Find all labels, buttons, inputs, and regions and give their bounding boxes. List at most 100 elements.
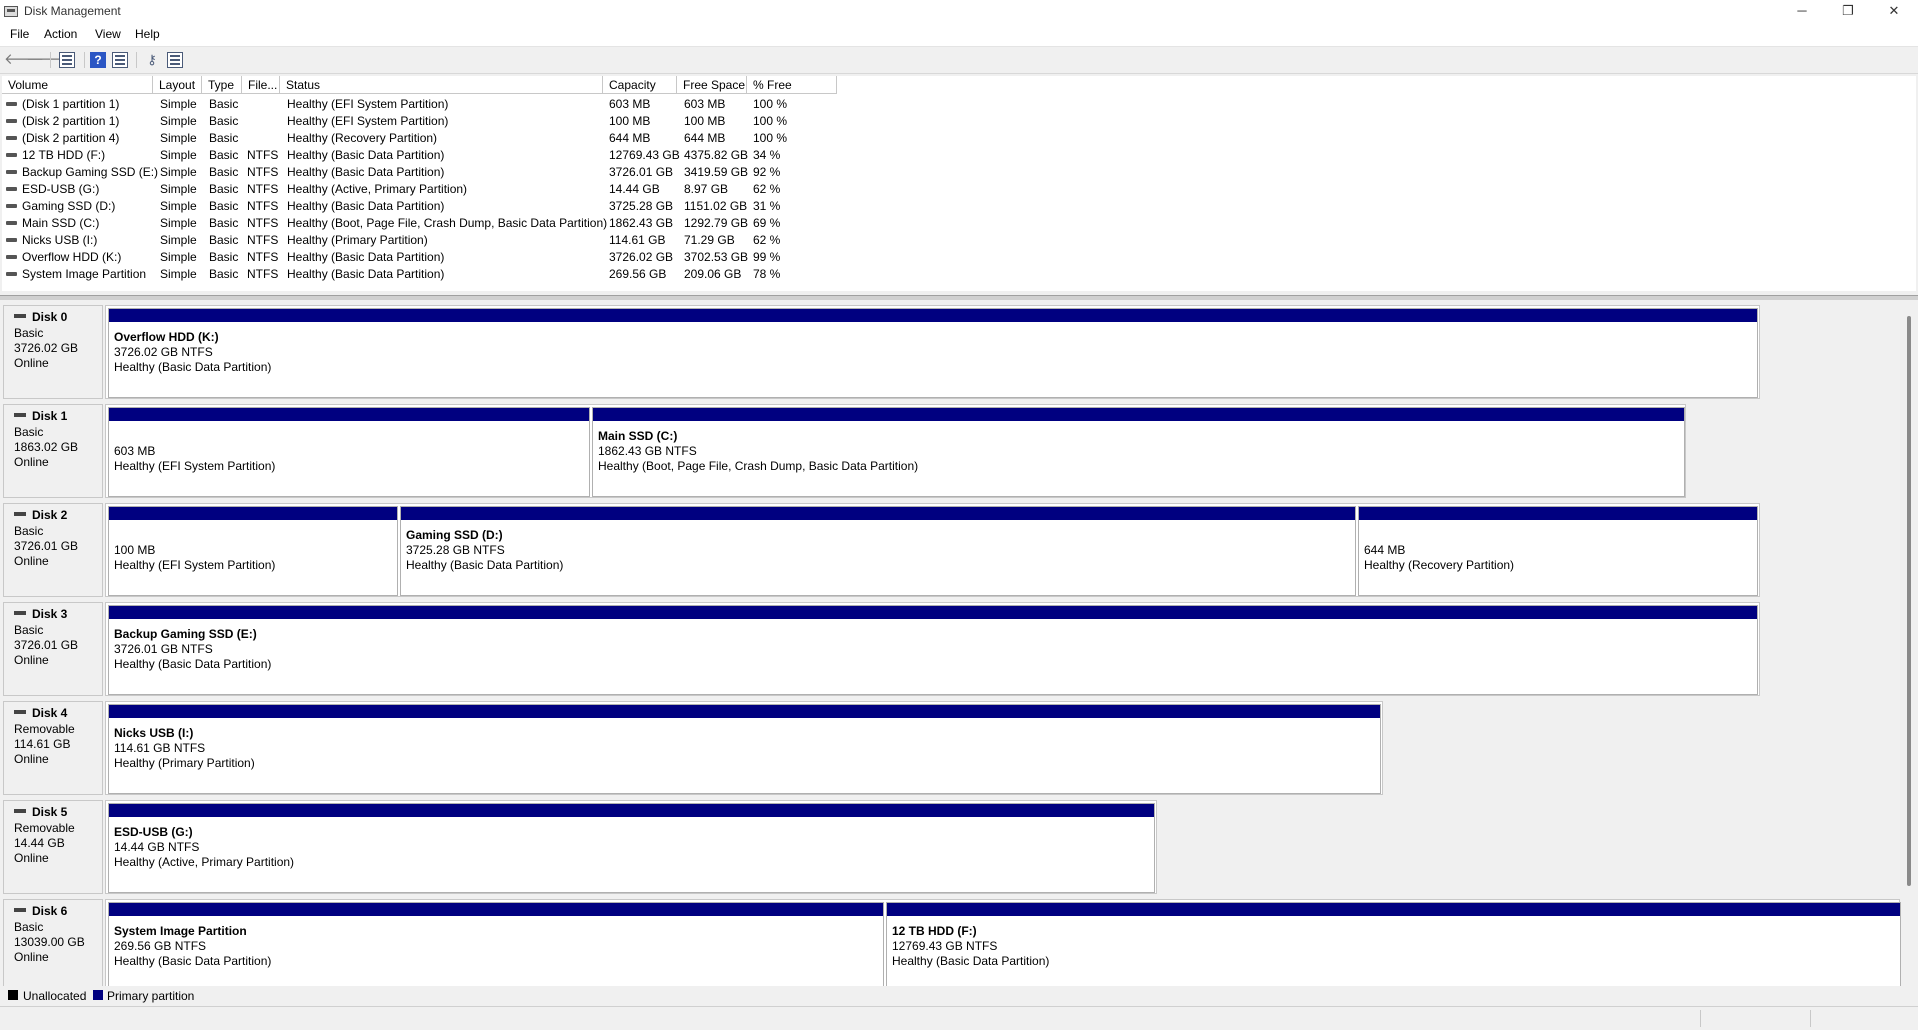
disk-row: Disk 3 Basic 3726.01 GB Online Backup Gaming…	[0, 602, 1905, 698]
table-cell: NTFS	[247, 165, 279, 179]
partition-block[interactable]: Overflow HDD (K:) 3726.02 GB NTFS Healthy …	[108, 308, 1758, 398]
table-cell: 100 MB	[684, 114, 726, 128]
table-row[interactable]: Main SSD (C:) Simple Basic NTFS Healthy (Boo…	[2, 215, 852, 232]
table-row[interactable]: Backup Gaming SSD (E:) Simple Basic NTFS Hea…	[2, 164, 852, 181]
table-cell: 34 %	[753, 148, 781, 162]
table-row[interactable]: Gaming SSD (D:) Simple Basic NTFS Healthy (B…	[2, 198, 852, 215]
partition-status: Healthy (Primary Partition)	[114, 756, 255, 770]
partition-size: 114.61 GB NTFS	[114, 741, 206, 755]
table-cell: 1862.43 GB	[609, 216, 674, 230]
disk-label[interactable]: Disk 1 Basic 1863.02 GB Online	[3, 404, 103, 498]
partition-block[interactable]: 100 MB Healthy (EFI System Partition)	[108, 506, 398, 596]
table-cell: Basic	[209, 216, 239, 230]
table-cell: Simple	[160, 148, 197, 162]
table-cell: Simple	[160, 233, 197, 247]
table-cell: 3726.01 GB	[609, 165, 674, 179]
column-header-free-space[interactable]: Free Space	[677, 76, 747, 94]
toolbar-separator	[84, 52, 85, 68]
column-header-status[interactable]: Status	[280, 76, 603, 94]
table-row[interactable]: 12 TB HDD (F:) Simple Basic NTFS Healthy (Ba…	[2, 147, 852, 164]
disk-icon	[14, 908, 26, 912]
column-header-filesystem[interactable]: File...	[242, 76, 280, 94]
partition-status: Healthy (Basic Data Partition)	[892, 954, 1050, 968]
disk-label[interactable]: Disk 4 Removable 114.61 GB Online	[3, 701, 103, 795]
partition-size: 3726.02 GB NTFS	[114, 345, 213, 359]
table-row[interactable]: (Disk 2 partition 1) Simple Basic Healthy (…	[2, 113, 852, 130]
key-icon[interactable]: ⚷	[144, 52, 160, 68]
partition-status: Healthy (Basic Data Partition)	[406, 558, 564, 572]
restore-button[interactable]: ❐	[1826, 0, 1870, 24]
disk-name: Disk 1	[32, 409, 68, 423]
partition-block[interactable]: 603 MB Healthy (EFI System Partition)	[108, 407, 590, 497]
table-cell: System Image Partition	[22, 267, 147, 281]
partition-block[interactable]: Nicks USB (I:) 114.61 GB NTFS Healthy (Pri…	[108, 704, 1381, 794]
disk-size: 3726.01 GB	[14, 638, 79, 652]
table-cell: Basic	[209, 114, 239, 128]
volume-icon	[6, 102, 17, 106]
legend-swatch-unallocated	[8, 990, 18, 1000]
forward-arrow-icon[interactable]: 🡒	[26, 52, 66, 68]
primary-partition-band	[109, 804, 1154, 817]
table-cell: Simple	[160, 97, 197, 111]
table-cell: 12 TB HDD (F:)	[22, 148, 106, 162]
disk-label[interactable]: Disk 5 Removable 14.44 GB Online	[3, 800, 103, 894]
table-row[interactable]: Overflow HDD (K:) Simple Basic NTFS Healthy …	[2, 249, 852, 266]
column-header-type[interactable]: Type	[202, 76, 242, 94]
column-header-percent-free[interactable]: % Free	[747, 76, 837, 94]
disk-size: 13039.00 GB	[14, 935, 85, 949]
partition-block[interactable]: 12 TB HDD (F:) 12769.43 GB NTFS Healthy (B…	[886, 902, 1901, 986]
help-icon[interactable]: ?	[90, 52, 106, 68]
list-view-icon[interactable]	[167, 52, 183, 68]
disk-type: Basic	[14, 425, 44, 439]
disk-label[interactable]: Disk 2 Basic 3726.01 GB Online	[3, 503, 103, 597]
table-cell: Healthy (Basic Data Partition)	[287, 199, 445, 213]
toolbar-separator	[136, 52, 137, 68]
partition-block[interactable]: System Image Partition 269.56 GB NTFS Heal…	[108, 902, 884, 986]
table-cell: 100 %	[753, 97, 788, 111]
volume-icon	[6, 272, 17, 276]
table-cell: Simple	[160, 199, 197, 213]
column-header-layout[interactable]: Layout	[153, 76, 202, 94]
partition-name: System Image Partition	[114, 924, 247, 938]
table-cell: Healthy (Recovery Partition)	[287, 131, 438, 145]
properties-icon[interactable]	[112, 52, 128, 68]
table-cell: Basic	[209, 131, 239, 145]
menu-action[interactable]: Action	[44, 27, 77, 41]
back-arrow-icon[interactable]: 🡐	[4, 52, 44, 68]
partition-block[interactable]: 644 MB Healthy (Recovery Partition)	[1358, 506, 1758, 596]
partition-block[interactable]: Backup Gaming SSD (E:) 3726.01 GB NTFS Hea…	[108, 605, 1758, 695]
table-row[interactable]: ESD-USB (G:) Simple Basic NTFS Healthy (Acti…	[2, 181, 852, 198]
menu-file[interactable]: File	[10, 27, 29, 41]
disk-label[interactable]: Disk 0 Basic 3726.02 GB Online	[3, 305, 103, 399]
disk-label[interactable]: Disk 6 Basic 13039.00 GB Online	[3, 899, 103, 986]
disk-size: 3726.02 GB	[14, 341, 79, 355]
disk-partition-area: Backup Gaming SSD (E:) 3726.01 GB NTFS Hea…	[105, 602, 1760, 696]
disk-icon	[14, 710, 26, 714]
primary-partition-band	[109, 507, 397, 520]
disk-label[interactable]: Disk 3 Basic 3726.01 GB Online	[3, 602, 103, 696]
minimize-button[interactable]: ─	[1780, 0, 1824, 24]
volume-icon	[6, 119, 17, 123]
menu-help[interactable]: Help	[135, 27, 160, 41]
column-header-capacity[interactable]: Capacity	[603, 76, 677, 94]
disk-size: 3726.01 GB	[14, 539, 79, 553]
vertical-scrollbar[interactable]	[1907, 316, 1911, 886]
show-hide-console-tree-icon[interactable]	[59, 52, 75, 68]
column-header-volume[interactable]: Volume	[2, 76, 153, 94]
table-row[interactable]: (Disk 1 partition 1) Simple Basic Healthy (…	[2, 96, 852, 113]
partition-block[interactable]: Gaming SSD (D:) 3725.28 GB NTFS Healthy (B…	[400, 506, 1356, 596]
disk-icon	[14, 512, 26, 516]
table-cell: Healthy (EFI System Partition)	[287, 114, 449, 128]
partition-block[interactable]: Main SSD (C:) 1862.43 GB NTFS Healthy (Boo…	[592, 407, 1685, 497]
table-row[interactable]: Nicks USB (I:) Simple Basic NTFS Healthy (Pr…	[2, 232, 852, 249]
menu-view[interactable]: View	[95, 27, 121, 41]
table-cell: (Disk 1 partition 1)	[22, 97, 120, 111]
close-button[interactable]: ✕	[1872, 0, 1916, 24]
partition-block[interactable]: ESD-USB (G:) 14.44 GB NTFS Healthy (Active…	[108, 803, 1155, 893]
table-row[interactable]: (Disk 2 partition 4) Simple Basic Healthy (…	[2, 130, 852, 147]
menu-bar: File Action View Help	[0, 24, 1918, 47]
primary-partition-band	[109, 408, 589, 421]
table-cell: Basic	[209, 182, 239, 196]
table-cell: Backup Gaming SSD (E:)	[22, 165, 159, 179]
table-row[interactable]: System Image Partition Simple Basic NTFS Hea…	[2, 266, 852, 283]
